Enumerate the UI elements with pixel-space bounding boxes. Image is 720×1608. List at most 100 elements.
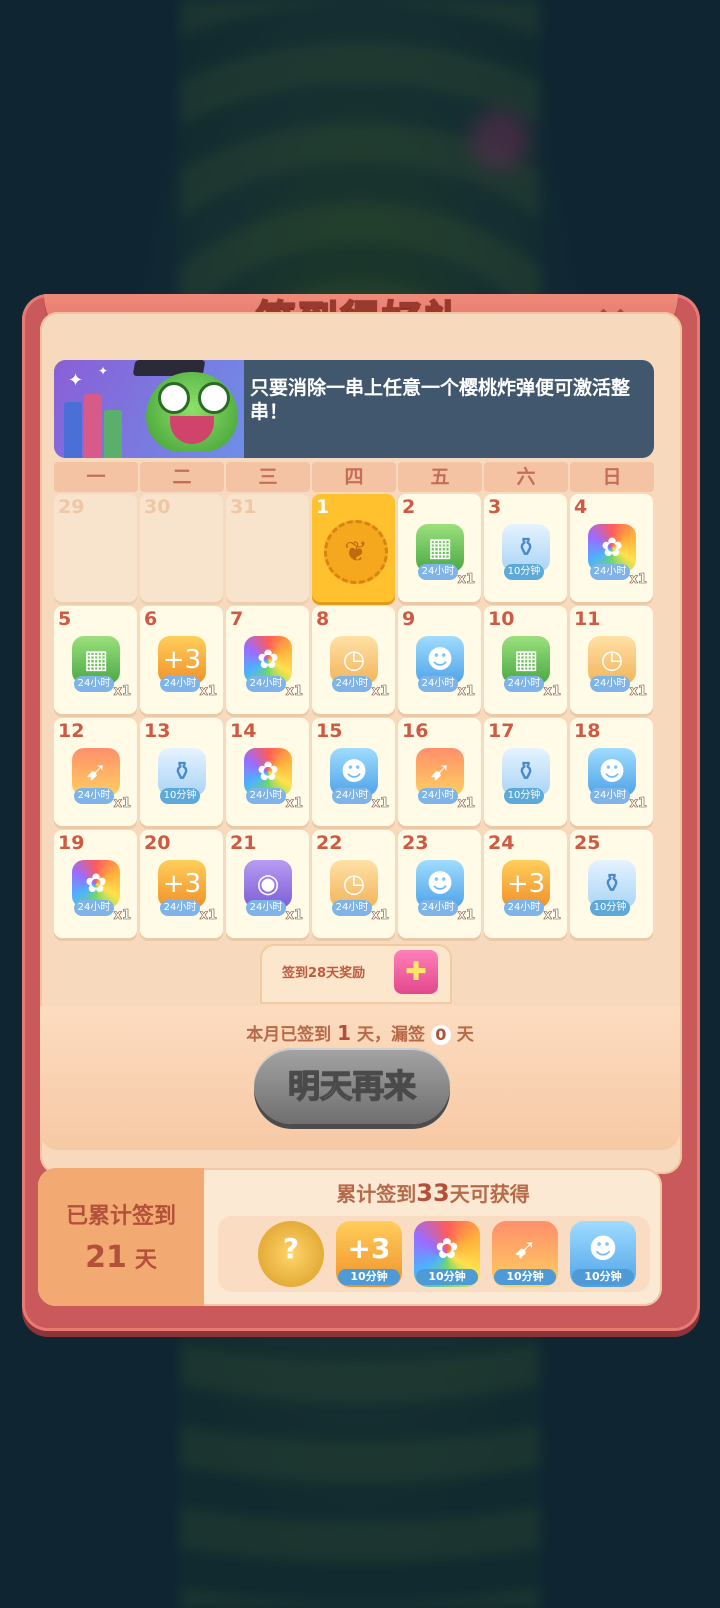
calendar-day[interactable]: 10 ▦ 24小时 x1 [484,606,567,714]
tip-text: 只要消除一串上任意一个樱桃炸弹便可激活整串！ [250,377,631,423]
duration-badge: 24小时 [418,788,458,804]
cat-icon[interactable]: ☻ 10分钟 [570,1221,636,1287]
calendar-day[interactable]: 25 ⚱ 10分钟 [570,830,653,938]
calendar-day[interactable]: 3 ⚱ 10分钟 [484,494,567,602]
calendar-day[interactable]: 21 ◉ 24小时 x1 [226,830,309,938]
calendar-day[interactable]: 16 ➹ 24小时 x1 [398,718,481,826]
frog-teacher-illustration: ✦ ✦ [54,360,244,458]
duration-badge: 10分钟 [160,788,200,804]
missed-count: 0 [430,1025,451,1045]
duration-badge: 24小时 [246,788,286,804]
calendar-day[interactable]: 20 +3 24小时 x1 [140,830,223,938]
calendar-day[interactable]: 5 ▦ 24小时 x1 [54,606,137,714]
day-number: 6 [144,608,158,630]
mystery-medal-icon[interactable]: ? [258,1221,324,1287]
calendar-day[interactable]: 2 ▦ 24小时 x1 [398,494,481,602]
calendar-day[interactable]: 7 ✿ 24小时 x1 [226,606,309,714]
reward-count: x1 [457,908,475,924]
day-number: 20 [144,832,171,854]
gift-icon: ✚ [394,950,438,994]
day-number: 19 [58,832,85,854]
come-back-tomorrow-button[interactable]: 明天再来 [254,1048,450,1124]
reward-count: x1 [457,572,475,588]
duration-badge: 10分钟 [590,900,630,916]
calendar-day[interactable]: 6 +3 24小时 x1 [140,606,223,714]
tip-banner: ✦ ✦ 只要消除一串上任意一个樱桃炸弹便可激活整串！ [54,360,654,458]
weekday-label: 六 [484,462,568,492]
day-number: 25 [574,832,601,854]
duration-badge: 24小时 [74,676,114,692]
day-number: 24 [488,832,515,854]
day28-bonus-tab[interactable]: 签到28天奖励 ✚ [260,944,452,1004]
reward-count: x1 [371,684,389,700]
day-number: 29 [58,496,85,518]
reward-count: x1 [113,684,131,700]
reward-count: x1 [199,908,217,924]
cumulative-rewards-panel: 已累计签到 21 天 累计签到33天可获得 ? +3 10分钟 ✿ 10分钟 ➹ 10分钟 ☻ 1… [38,1168,662,1306]
duration-badge: 24小时 [160,676,200,692]
day-number: 7 [230,608,244,630]
duration-badge: 24小时 [590,788,630,804]
calendar-day[interactable]: 4 ✿ 24小时 x1 [570,494,653,602]
calendar-day[interactable]: 11 ◷ 24小时 x1 [570,606,653,714]
calendar-grid: 29 30 31 1 ❦ 2 ▦ 24小时 x1 3 ⚱ 10分钟 4 ✿ 24小时 x1 5 ▦ 24小时 x1 6 +… [54,494,654,938]
duration-badge: 24小时 [418,564,458,580]
day-number: 9 [402,608,416,630]
paw-stamp-icon: ❦ [324,520,388,584]
day-number: 2 [402,496,416,518]
duration-badge: 24小时 [160,900,200,916]
weekday-label: 二 [140,462,224,492]
duration-badge: 24小时 [246,676,286,692]
calendar-day[interactable]: 19 ✿ 24小时 x1 [54,830,137,938]
weekday-label: 三 [226,462,310,492]
frog-icon [146,372,238,452]
rocket-icon[interactable]: ➹ 10分钟 [492,1221,558,1287]
calendar-day[interactable]: 17 ⚱ 10分钟 [484,718,567,826]
calendar-day[interactable]: 9 ☻ 24小时 x1 [398,606,481,714]
calendar-day[interactable]: 24 +3 24小时 x1 [484,830,567,938]
reward-count: x1 [285,796,303,812]
day-number: 3 [488,496,502,518]
calendar-day[interactable]: 18 ☻ 24小时 x1 [570,718,653,826]
day-number: 4 [574,496,588,518]
day-number: 22 [316,832,343,854]
calendar-day[interactable]: 22 ◷ 24小时 x1 [312,830,395,938]
cumulative-count-box: 已累计签到 21 天 [38,1168,204,1306]
calendar-day[interactable]: 1 ❦ [312,494,395,602]
cumulative-label: 已累计签到 [65,1204,176,1229]
reward-count: x1 [371,796,389,812]
calendar-day[interactable]: 14 ✿ 24小时 x1 [226,718,309,826]
day-number: 11 [574,608,601,630]
calendar-day[interactable]: 30 [140,494,223,602]
reward-count: x1 [629,572,647,588]
day-number: 8 [316,608,330,630]
calendar-day[interactable]: 12 ➹ 24小时 x1 [54,718,137,826]
calendar-day[interactable]: 13 ⚱ 10分钟 [140,718,223,826]
calendar-day[interactable]: 15 ☻ 24小时 x1 [312,718,395,826]
duration-tag: 10分钟 [338,1269,400,1285]
duration-badge: 24小时 [246,900,286,916]
weekday-label: 四 [312,462,396,492]
day-number: 5 [58,608,72,630]
reward-count: x1 [285,684,303,700]
duration-tag: 10分钟 [494,1269,556,1285]
calendar-day[interactable]: 31 [226,494,309,602]
sign-in-footer: 本月已签到 1 天，漏签 0 天 明天再来 [40,1006,680,1150]
calendar-day[interactable]: 8 ◷ 24小时 x1 [312,606,395,714]
duration-badge: 10分钟 [504,788,544,804]
calendar-day[interactable]: 23 ☻ 24小时 x1 [398,830,481,938]
reward-count: x1 [629,796,647,812]
plus3-icon[interactable]: +3 10分钟 [336,1221,402,1287]
duration-badge: 24小时 [418,900,458,916]
duration-tag: 10分钟 [416,1269,478,1285]
reward-count: x1 [457,684,475,700]
day-number: 10 [488,608,515,630]
duration-badge: 24小时 [504,676,544,692]
day-number: 13 [144,720,171,742]
calendar-day[interactable]: 29 [54,494,137,602]
reward-count: x1 [543,684,561,700]
rainbow-icon[interactable]: ✿ 10分钟 [414,1221,480,1287]
signed-count: 1 [337,1021,352,1045]
reward-count: x1 [199,684,217,700]
duration-badge: 24小时 [332,900,372,916]
